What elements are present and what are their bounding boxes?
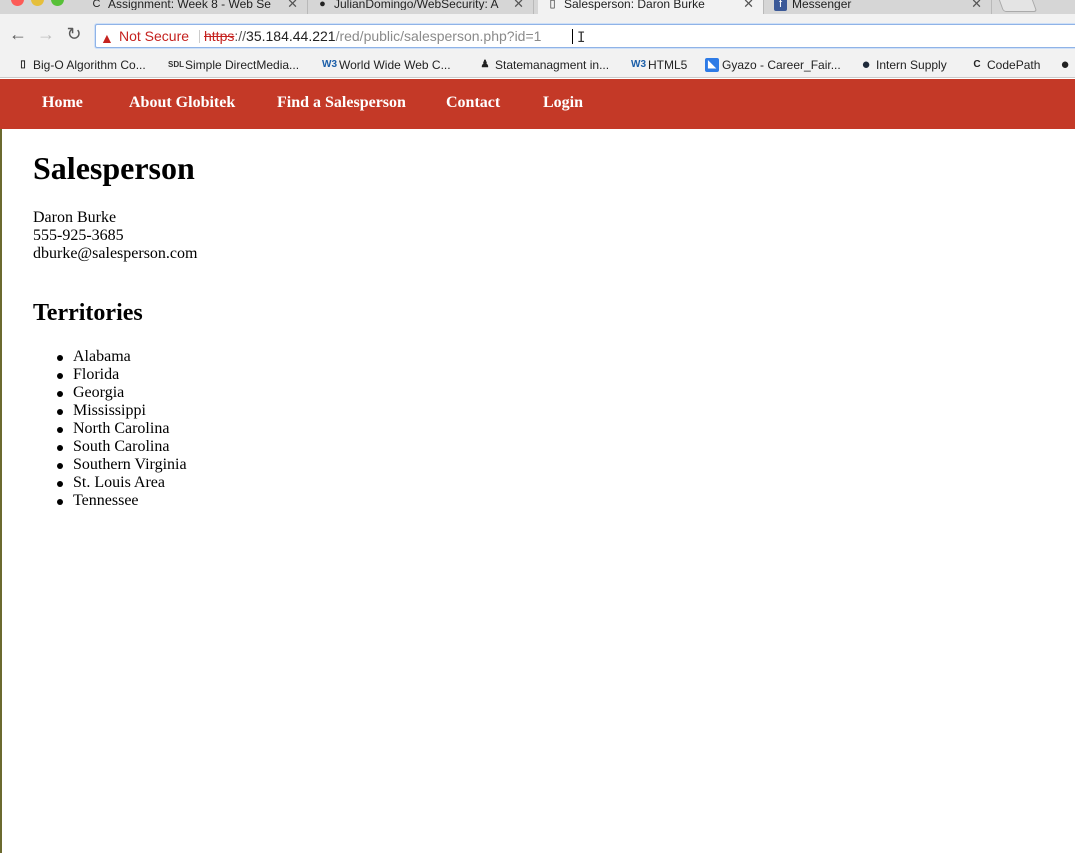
circle-icon: ●: [861, 56, 871, 73]
nav-link-contact[interactable]: Contact: [446, 94, 500, 112]
list-item: South Carolina: [57, 438, 187, 456]
page-icon: ▯: [549, 0, 556, 10]
address-divider: [199, 30, 200, 43]
list-item: Mississippi: [57, 402, 187, 420]
bookmarks-bar: ▯ Big-O Algorithm Co... SDL Simple Direc…: [0, 54, 1075, 78]
list-item: Tennessee: [57, 492, 187, 510]
list-item: Southern Virginia: [57, 456, 187, 473]
new-tab-button[interactable]: [996, 0, 1038, 12]
window-edge: [0, 129, 2, 853]
w3-icon: W3: [631, 59, 646, 70]
browser-tab-strip: C Assignment: Week 8 - Web Se ✕ ● Julian…: [0, 0, 1075, 14]
github-icon: ●: [1060, 56, 1070, 73]
browser-tab-salesperson[interactable]: ▯ Salesperson: Daron Burke ✕: [538, 0, 764, 14]
maximize-window-button[interactable]: [51, 0, 64, 6]
url-scheme: https: [204, 28, 235, 44]
url-host: 35.184.44.221: [246, 28, 336, 44]
codepath-icon: C: [92, 0, 101, 10]
nav-link-about[interactable]: About Globitek: [129, 94, 235, 112]
list-item: Alabama: [57, 348, 187, 366]
forward-arrow-icon[interactable]: →: [36, 23, 56, 45]
person-icon: ♟: [480, 59, 490, 70]
page-icon: ▯: [20, 59, 26, 70]
github-icon: ●: [319, 0, 326, 10]
browser-tab-assignment[interactable]: C Assignment: Week 8 - Web Se ✕: [82, 0, 308, 14]
codepath-icon: C: [973, 59, 981, 70]
list-item: North Carolina: [57, 420, 187, 438]
salesperson-phone: 555-925-3685: [33, 227, 124, 244]
nav-link-home[interactable]: Home: [42, 94, 83, 112]
list-item: Georgia: [57, 384, 187, 402]
url-separator: ://: [234, 28, 247, 44]
sdl-icon: SDL: [168, 60, 184, 69]
page-title: Salesperson: [33, 150, 195, 186]
warning-icon: ▲: [100, 30, 114, 46]
text-caret: [572, 29, 573, 44]
close-tab-icon[interactable]: ✕: [287, 0, 298, 10]
list-item: Florida: [57, 366, 187, 384]
close-window-button[interactable]: [11, 0, 24, 6]
close-tab-icon[interactable]: ✕: [513, 0, 524, 10]
reload-icon[interactable]: ↻: [64, 23, 84, 45]
nav-link-login[interactable]: Login: [543, 94, 583, 112]
minimize-window-button[interactable]: [31, 0, 44, 6]
back-arrow-icon[interactable]: ←: [8, 23, 28, 45]
salesperson-email: dburke@salesperson.com: [33, 245, 198, 262]
close-tab-icon[interactable]: ✕: [971, 0, 982, 10]
ibeam-cursor-icon: I: [577, 30, 586, 46]
close-tab-icon[interactable]: ✕: [743, 0, 754, 10]
list-item: St. Louis Area: [57, 474, 187, 492]
territories-heading: Territories: [33, 300, 143, 326]
security-indicator[interactable]: Not Secure: [119, 25, 189, 47]
browser-toolbar: ← → ↻ ▲ Not Secure https://35.184.44.221…: [0, 14, 1075, 54]
nav-link-find-salesperson[interactable]: Find a Salesperson: [277, 94, 406, 112]
url-text[interactable]: https://35.184.44.221/red/public/salespe…: [204, 25, 541, 47]
url-path: /red/public/salesperson.php?id=1: [335, 28, 542, 44]
browser-tab-messenger[interactable]: f Messenger ✕: [766, 0, 992, 14]
facebook-icon: f: [774, 0, 787, 11]
browser-tab-github[interactable]: ● JulianDomingo/WebSecurity: A ✕: [308, 0, 534, 14]
territories-list: Alabama Florida Georgia Mississippi Nort…: [57, 348, 187, 510]
w3-icon: W3: [322, 59, 337, 70]
gyazo-icon: ◣: [705, 58, 719, 72]
site-nav-bar: Home About Globitek Find a Salesperson C…: [0, 79, 1075, 129]
address-bar[interactable]: ▲ Not Secure https://35.184.44.221/red/p…: [95, 24, 1075, 48]
salesperson-name: Daron Burke: [33, 209, 117, 226]
